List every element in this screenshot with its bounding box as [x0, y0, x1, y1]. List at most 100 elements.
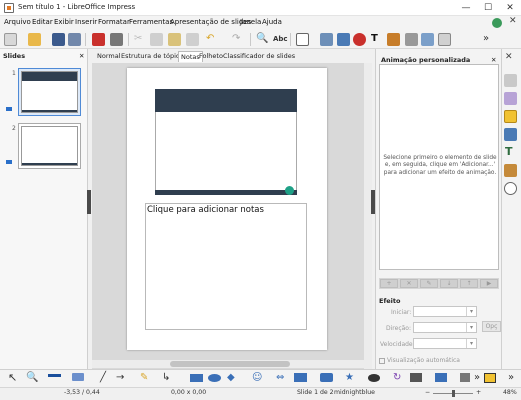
- arrange-icon[interactable]: [435, 373, 447, 382]
- spelling-icon[interactable]: Abc: [273, 32, 288, 46]
- save-icon[interactable]: [52, 33, 65, 46]
- special-character-icon[interactable]: [387, 33, 400, 46]
- distribute-icon[interactable]: [460, 373, 470, 382]
- tab-classificador[interactable]: Classificador de slides: [223, 52, 295, 60]
- close-document-button[interactable]: ✕: [509, 16, 517, 26]
- slide-thumbnail-header: [22, 72, 77, 81]
- auto-preview-checkbox[interactable]: Visualização automática: [379, 357, 460, 364]
- 3d-objects-icon[interactable]: [368, 374, 380, 382]
- master-slides-icon[interactable]: [504, 92, 517, 105]
- slide-thumbnail-1[interactable]: [18, 68, 81, 116]
- remove-effect-button[interactable]: ✕: [400, 279, 418, 288]
- stars-icon[interactable]: ★: [345, 371, 354, 385]
- move-up-button[interactable]: ↑: [460, 279, 478, 288]
- shadow-icon[interactable]: [484, 373, 496, 383]
- tab-normal[interactable]: Normal: [97, 52, 121, 60]
- symbol-shapes-icon[interactable]: ☺: [252, 371, 262, 385]
- menu-editar[interactable]: Editar: [32, 18, 53, 26]
- paste-icon[interactable]: [168, 33, 181, 46]
- tab-estrutura[interactable]: Estrutura de tópicos: [121, 52, 187, 60]
- zoom-out-button[interactable]: −: [425, 389, 430, 396]
- rotate-icon[interactable]: ↻: [393, 371, 401, 385]
- open-folder-icon[interactable]: [28, 33, 41, 46]
- tab-folheto[interactable]: Folheto: [199, 52, 223, 60]
- select-pointer-icon[interactable]: ↖: [8, 371, 17, 385]
- move-down-button[interactable]: ↓: [440, 279, 458, 288]
- effect-section-label: Efeito: [379, 297, 401, 305]
- export-pdf-icon[interactable]: [92, 33, 105, 46]
- find-replace-icon[interactable]: 🔍: [256, 32, 268, 46]
- connector-icon[interactable]: ↳: [162, 371, 170, 385]
- add-effect-button[interactable]: +: [380, 279, 398, 288]
- helplines-icon[interactable]: [438, 33, 451, 46]
- callout-icon[interactable]: [320, 373, 333, 382]
- animation-star-icon[interactable]: [504, 110, 517, 123]
- modify-effect-button[interactable]: ✎: [420, 279, 438, 288]
- flowchart-icon[interactable]: [294, 373, 307, 382]
- rectangle-icon[interactable]: [190, 374, 203, 382]
- clone-formatting-icon[interactable]: [186, 33, 199, 46]
- slides-panel-collapse-handle[interactable]: [87, 190, 91, 214]
- menu-inserir[interactable]: Inserir: [75, 18, 97, 26]
- line-color-icon[interactable]: [48, 374, 61, 377]
- styles-icon[interactable]: T: [505, 145, 513, 158]
- slides-panel-close-icon[interactable]: ✕: [79, 52, 84, 60]
- zoom-slider-thumb[interactable]: [452, 390, 455, 397]
- zoom-in-button[interactable]: +: [476, 389, 481, 396]
- sidebar-menu-close-icon[interactable]: ✕: [505, 52, 513, 62]
- ellipse-icon[interactable]: [208, 374, 221, 382]
- print-icon[interactable]: [110, 33, 123, 46]
- zoom-icon[interactable]: 🔍: [26, 371, 38, 385]
- copy-icon[interactable]: [150, 33, 163, 46]
- block-arrows-icon[interactable]: ⇔: [276, 371, 284, 385]
- slide-thumbnail-2[interactable]: [18, 123, 81, 169]
- menu-formatar[interactable]: Formatar: [98, 18, 130, 26]
- options-button[interactable]: Opç: [482, 321, 501, 332]
- drawbar-more-icon[interactable]: »: [508, 371, 514, 385]
- menu-janela[interactable]: Janela: [240, 18, 261, 26]
- text-box-icon[interactable]: T: [371, 32, 378, 46]
- speed-dropdown[interactable]: ▾: [413, 338, 477, 349]
- slides-panel-title: Slides: [3, 52, 26, 60]
- curve-icon[interactable]: ✎: [140, 371, 148, 385]
- align-icon[interactable]: [410, 373, 422, 382]
- toolbar-overflow-icon[interactable]: »: [483, 32, 489, 46]
- line-icon[interactable]: ╱: [100, 371, 106, 385]
- basic-shapes-icon[interactable]: ◆: [227, 371, 235, 385]
- animation-panel-close-icon[interactable]: ✕: [491, 56, 496, 64]
- menu-arquivo[interactable]: Arquivo: [4, 18, 31, 26]
- media-icon[interactable]: [353, 33, 366, 46]
- slide-transition-icon[interactable]: [504, 128, 517, 141]
- table-icon[interactable]: [296, 33, 309, 46]
- update-status-icon[interactable]: [492, 18, 502, 28]
- redo-icon[interactable]: ↷: [232, 32, 240, 46]
- horizontal-scroll-thumb[interactable]: [170, 361, 290, 367]
- notes-area[interactable]: [145, 203, 307, 330]
- properties-icon[interactable]: [504, 74, 517, 87]
- new-document-icon[interactable]: [4, 33, 17, 46]
- save-as-icon[interactable]: [68, 33, 81, 46]
- gallery-icon[interactable]: [504, 164, 517, 177]
- cut-icon[interactable]: ✂: [134, 32, 142, 46]
- vertical-scrollbar[interactable]: [364, 63, 372, 369]
- chart-icon[interactable]: [337, 33, 350, 46]
- image-icon[interactable]: [320, 33, 333, 46]
- menu-exibir[interactable]: Exibir: [54, 18, 74, 26]
- navigator-icon[interactable]: [504, 182, 517, 195]
- minimize-button[interactable]: —: [455, 0, 477, 16]
- fill-color-icon[interactable]: [72, 373, 84, 381]
- line-arrow-icon[interactable]: →: [116, 371, 124, 385]
- direction-dropdown[interactable]: ▾: [413, 322, 477, 333]
- undo-icon[interactable]: ↶: [206, 32, 214, 46]
- drawbar-overflow-icon[interactable]: »: [474, 371, 480, 385]
- start-dropdown[interactable]: ▾: [413, 306, 477, 317]
- display-grid-icon[interactable]: [421, 33, 434, 46]
- close-window-button[interactable]: ✕: [499, 0, 521, 16]
- notes-placeholder[interactable]: Clique para adicionar notas: [147, 205, 264, 215]
- menu-ajuda[interactable]: Ajuda: [262, 18, 282, 26]
- hyperlink-icon[interactable]: [405, 33, 418, 46]
- menu-ferramentas[interactable]: Ferramentas: [129, 18, 173, 26]
- zoom-level[interactable]: 48%: [503, 389, 517, 396]
- maximize-button[interactable]: ☐: [477, 0, 499, 16]
- play-button[interactable]: ▶: [480, 279, 498, 288]
